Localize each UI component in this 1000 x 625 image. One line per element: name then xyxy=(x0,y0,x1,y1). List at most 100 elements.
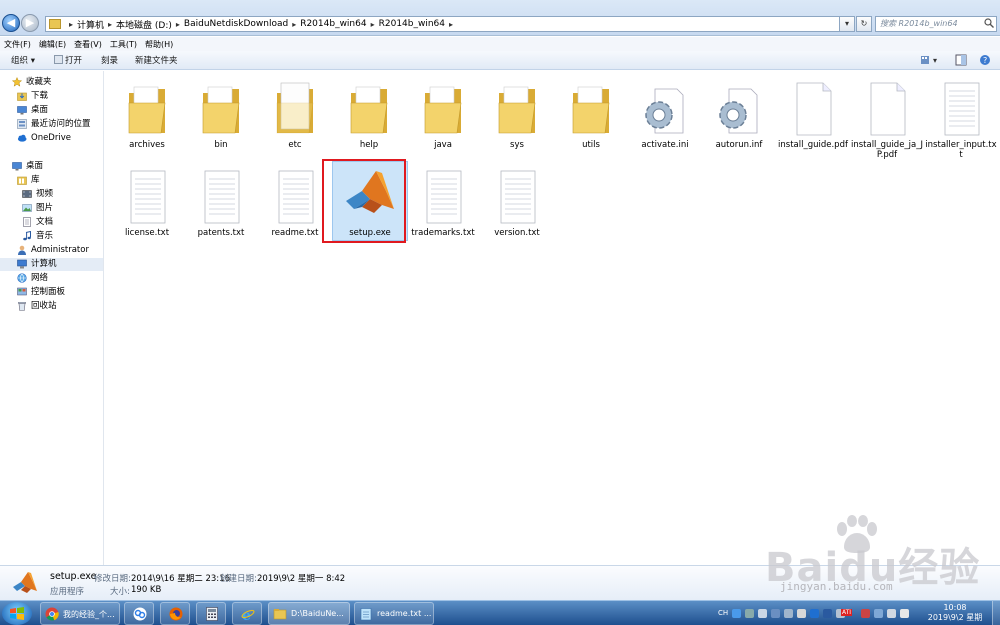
sidebar-item-videos[interactable]: 视频 xyxy=(0,188,103,201)
forward-button[interactable]: ▶ xyxy=(21,14,39,32)
tray-app-icon[interactable] xyxy=(771,609,780,618)
help-icon[interactable]: ? xyxy=(979,54,991,66)
file-name: utils xyxy=(582,140,600,150)
file-item-install-guide-ja-pdf[interactable]: install_guide_ja_JP.pdf xyxy=(850,71,924,160)
cloud-icon[interactable] xyxy=(810,609,819,618)
user-icon xyxy=(18,245,26,255)
file-name: license.txt xyxy=(124,228,170,238)
chevron-right-icon[interactable]: ▸ xyxy=(449,20,453,29)
new-folder-button[interactable]: 新建文件夹 xyxy=(135,54,178,66)
file-item-etc[interactable]: etc xyxy=(258,71,332,155)
file-item-license-txt[interactable]: license.txt xyxy=(110,159,184,243)
sidebar-item-desktop[interactable]: 桌面 xyxy=(0,104,103,117)
sidebar-item-computer[interactable]: 计算机 xyxy=(0,258,103,271)
taskbar-explorer[interactable]: D:\BaiduNe... xyxy=(268,602,350,625)
file-item-patents-txt[interactable]: patents.txt xyxy=(184,159,258,243)
sidebar-item-administrator[interactable]: Administrator xyxy=(0,244,103,257)
sidebar-item-favorites[interactable]: 收藏夹 xyxy=(0,76,103,89)
file-name: patents.txt xyxy=(197,228,245,238)
menu-tools[interactable]: 工具(T) xyxy=(110,39,137,50)
refresh-button[interactable]: ↻ xyxy=(856,16,872,32)
file-item-readme-txt[interactable]: readme.txt xyxy=(258,159,332,243)
sidebar-item-desktop-root[interactable]: 桌面 xyxy=(0,160,103,173)
breadcrumb-computer[interactable]: 计算机 xyxy=(77,18,104,31)
ati-badge[interactable]: ATI xyxy=(841,609,853,616)
file-item-utils[interactable]: utils xyxy=(554,71,628,155)
ime-icon[interactable] xyxy=(732,609,741,618)
preview-pane-icon[interactable] xyxy=(955,54,967,66)
sidebar-item-recent[interactable]: 最近访问的位置 xyxy=(0,118,103,131)
organize-button[interactable]: 组织 ▾ xyxy=(11,54,35,66)
show-desktop-button[interactable] xyxy=(992,601,1000,625)
file-item-version-txt[interactable]: version.txt xyxy=(480,159,554,243)
menu-file[interactable]: 文件(F) xyxy=(4,39,31,50)
taskbar-ie[interactable]: e xyxy=(232,602,262,625)
desktop-icon xyxy=(17,106,27,115)
file-item-help[interactable]: help xyxy=(332,71,406,155)
file-item-setup-exe[interactable]: setup.exe xyxy=(324,159,414,243)
breadcrumb-r2014b-inner[interactable]: R2014b_win64 xyxy=(379,19,445,29)
file-item-trademarks-txt[interactable]: trademarks.txt xyxy=(406,159,480,243)
sidebar-item-recycle-bin[interactable]: 回收站 xyxy=(0,300,103,313)
menu-edit[interactable]: 编辑(E) xyxy=(39,39,66,50)
file-item-autorun-inf[interactable]: autorun.inf xyxy=(702,71,776,155)
network-status-icon[interactable] xyxy=(874,609,883,618)
address-dropdown-button[interactable]: ▾ xyxy=(839,16,855,32)
taskbar-firefox[interactable] xyxy=(160,602,190,625)
clock[interactable]: 10:08 2019\9\2 星期一 xyxy=(925,603,985,625)
burn-button[interactable]: 刻录 xyxy=(101,54,118,66)
network-icon xyxy=(17,273,27,283)
document-file-icon xyxy=(796,82,832,136)
sidebar-item-network[interactable]: 网络 xyxy=(0,272,103,285)
file-item-bin[interactable]: bin xyxy=(184,71,258,155)
back-button[interactable]: ◀ xyxy=(2,14,20,32)
address-bar[interactable]: ▸ 计算机 ▸ 本地磁盘 (D:) ▸ BaiduNetdiskDownload… xyxy=(45,16,853,32)
taskbar-chrome[interactable]: 我的经验_个... xyxy=(40,602,120,625)
tray-app-icon[interactable] xyxy=(784,609,793,618)
file-item-java[interactable]: java xyxy=(406,71,480,155)
tray-app-icon[interactable] xyxy=(797,609,806,618)
keyboard-icon[interactable] xyxy=(745,609,754,618)
file-name: install_guide.pdf xyxy=(778,140,848,150)
tray-app-icon[interactable] xyxy=(887,609,896,618)
sidebar-item-library[interactable]: 库 xyxy=(0,174,103,187)
file-item-activate-ini[interactable]: activate.ini xyxy=(628,71,702,155)
sidebar-label: 库 xyxy=(31,175,40,185)
sidebar-item-downloads[interactable]: 下载 xyxy=(0,90,103,103)
sidebar-item-music[interactable]: 音乐 xyxy=(0,230,103,243)
tray-app-icon[interactable] xyxy=(861,609,870,618)
taskbar-notepad[interactable]: readme.txt ... xyxy=(354,602,434,625)
svg-text:e: e xyxy=(242,608,251,621)
chevron-right-icon[interactable]: ▸ xyxy=(108,20,112,29)
taskbar-baidu-netdisk[interactable] xyxy=(124,602,154,625)
taskbar-calculator[interactable] xyxy=(196,602,226,625)
open-button[interactable]: 打开 xyxy=(54,54,82,66)
menu-view[interactable]: 查看(V) xyxy=(74,39,102,50)
taskbar-label: 我的经验_个... xyxy=(63,610,115,619)
chevron-right-icon[interactable]: ▸ xyxy=(292,20,296,29)
search-input[interactable]: 搜索 R2014b_win64 xyxy=(875,16,997,32)
sidebar-item-pictures[interactable]: 图片 xyxy=(0,202,103,215)
file-item-sys[interactable]: sys xyxy=(480,71,554,155)
sidebar-item-documents[interactable]: 文档 xyxy=(0,216,103,229)
breadcrumb-download[interactable]: BaiduNetdiskDownload xyxy=(184,19,288,29)
bluetooth-icon[interactable] xyxy=(823,609,832,618)
details-filename: setup.exe xyxy=(50,571,97,582)
sidebar-label: 图片 xyxy=(36,203,54,213)
tray-app-icon[interactable] xyxy=(758,609,767,618)
input-language-indicator[interactable]: CH xyxy=(718,609,728,617)
breadcrumb-drive[interactable]: 本地磁盘 (D:) xyxy=(116,18,172,31)
chevron-right-icon[interactable]: ▸ xyxy=(371,20,375,29)
sidebar-item-onedrive[interactable]: OneDrive xyxy=(0,132,103,145)
chevron-right-icon[interactable]: ▸ xyxy=(176,20,180,29)
menu-help[interactable]: 帮助(H) xyxy=(145,39,173,50)
view-options-icon[interactable]: ▾ xyxy=(920,54,940,66)
file-item-installer-input-txt[interactable]: installer_input.txt xyxy=(924,71,998,160)
sidebar-item-control-panel[interactable]: 控制面板 xyxy=(0,286,103,299)
volume-icon[interactable] xyxy=(900,609,909,618)
matlab-icon xyxy=(346,171,394,213)
breadcrumb-r2014b[interactable]: R2014b_win64 xyxy=(300,19,366,29)
file-item-install-guide-pdf[interactable]: install_guide.pdf xyxy=(776,71,850,155)
file-item-archives[interactable]: archives xyxy=(110,71,184,155)
start-button[interactable] xyxy=(2,602,32,625)
